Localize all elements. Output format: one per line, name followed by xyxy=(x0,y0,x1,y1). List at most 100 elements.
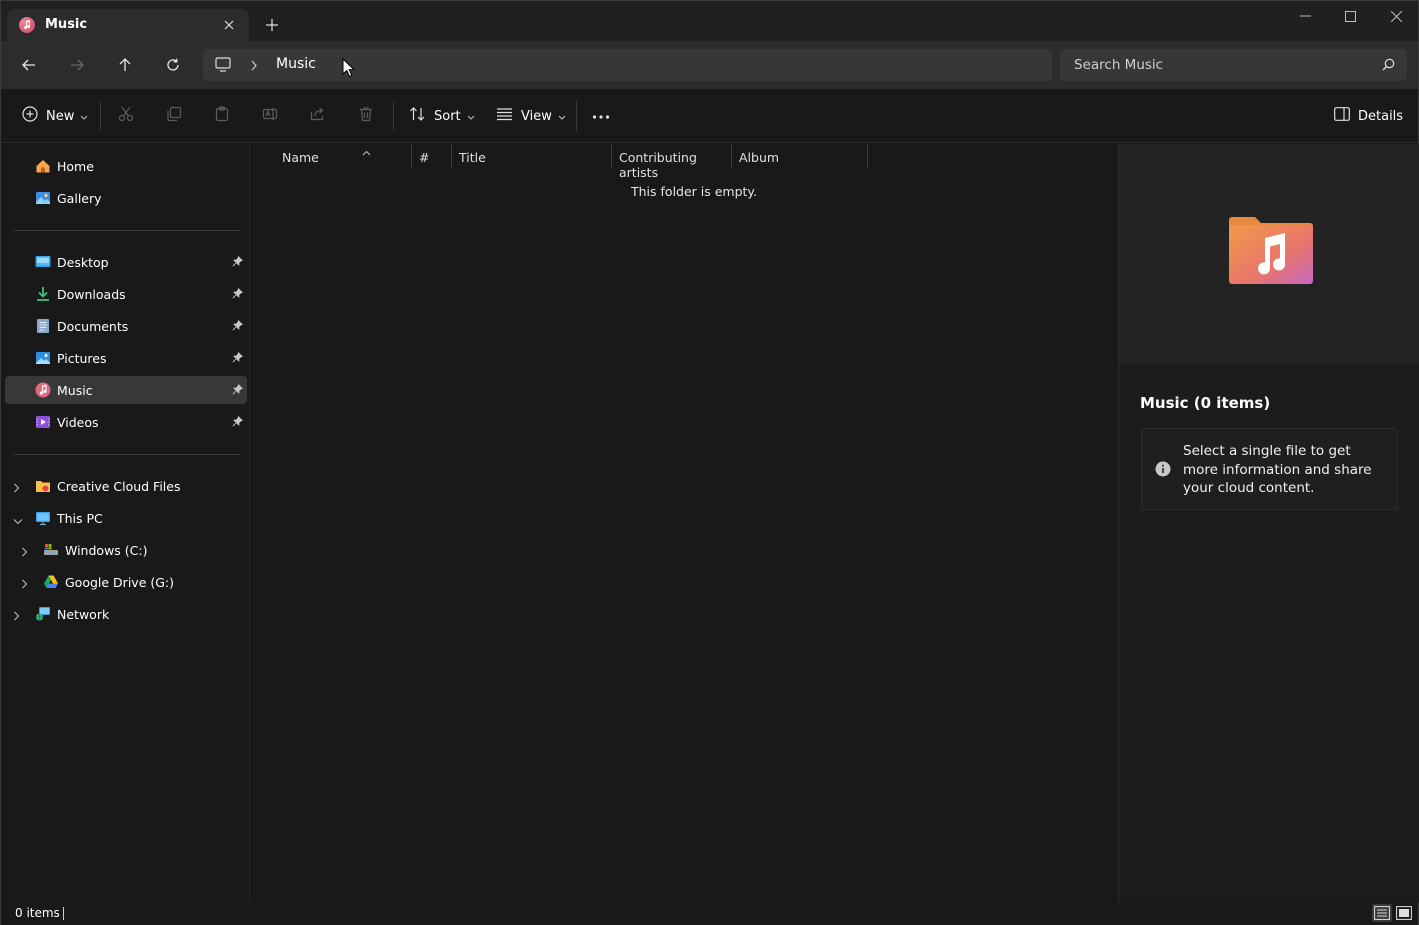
sidebar-item-label: This PC xyxy=(57,511,103,526)
status-divider xyxy=(63,907,64,920)
file-explorer-window: Music Music Search Music New Sort View D… xyxy=(0,0,1419,925)
sidebar-item-label: Windows (C:) xyxy=(65,543,148,558)
file-list: Name # Title Contributing artists Album … xyxy=(251,144,1118,902)
chevron-right-icon[interactable] xyxy=(21,545,28,560)
breadcrumb-music[interactable]: Music xyxy=(276,56,316,72)
new-button[interactable]: New xyxy=(22,103,88,129)
rename-button[interactable] xyxy=(262,103,278,129)
sidebar-item-this-pc[interactable]: This PC xyxy=(5,504,247,532)
sidebar-item-downloads[interactable]: Downloads xyxy=(5,280,247,308)
column-header-title[interactable]: Title xyxy=(452,144,612,170)
toolbar-divider xyxy=(393,101,394,131)
cut-button[interactable] xyxy=(118,103,134,129)
close-window-icon[interactable] xyxy=(1381,5,1411,27)
sidebar-item-label: Home xyxy=(57,159,94,174)
chevron-down-icon[interactable] xyxy=(13,513,23,528)
copy-button[interactable] xyxy=(166,103,182,129)
navigation-pane: Home Gallery Desktop Downloads Documents… xyxy=(1,144,250,902)
info-icon xyxy=(1155,461,1171,480)
refresh-icon[interactable] xyxy=(160,52,186,78)
sort-ascending-icon xyxy=(362,144,371,159)
sort-button[interactable]: Sort xyxy=(409,103,475,129)
videos-folder-icon xyxy=(35,414,51,430)
view-button[interactable]: View xyxy=(496,103,566,129)
details-button[interactable]: Details xyxy=(1334,103,1403,129)
sidebar-item-videos[interactable]: Videos xyxy=(5,408,247,436)
sort-label: Sort xyxy=(434,108,461,124)
pin-icon[interactable] xyxy=(232,287,244,302)
home-icon xyxy=(35,158,51,174)
forward-arrow-icon[interactable] xyxy=(64,52,90,78)
mouse-cursor-icon xyxy=(342,57,356,81)
sidebar-item-label: Desktop xyxy=(57,255,109,270)
tab-music[interactable]: Music xyxy=(7,9,249,42)
pictures-folder-icon xyxy=(35,350,51,366)
column-header-number[interactable]: # xyxy=(412,144,452,170)
chevron-right-icon[interactable] xyxy=(250,59,258,74)
sidebar-item-gallery[interactable]: Gallery xyxy=(5,184,247,212)
sidebar-item-desktop[interactable]: Desktop xyxy=(5,248,247,276)
new-tab-icon[interactable] xyxy=(261,14,283,36)
pin-icon[interactable] xyxy=(232,255,244,270)
details-info-card: Select a single file to get more informa… xyxy=(1141,428,1398,510)
back-arrow-icon[interactable] xyxy=(16,52,42,78)
minimize-icon[interactable] xyxy=(1290,5,1320,27)
search-icon xyxy=(1382,58,1395,74)
chevron-down-icon xyxy=(467,109,475,124)
sidebar-item-windows-c[interactable]: Windows (C:) xyxy=(5,536,247,564)
chevron-right-icon[interactable] xyxy=(13,481,20,496)
music-folder-icon xyxy=(1227,216,1315,289)
view-label: View xyxy=(521,108,552,124)
chevron-right-icon[interactable] xyxy=(13,609,20,624)
pin-icon[interactable] xyxy=(232,319,244,334)
sidebar-item-label: Downloads xyxy=(57,287,126,302)
large-icons-view-icon[interactable] xyxy=(1394,904,1414,922)
up-arrow-icon[interactable] xyxy=(112,52,138,78)
sidebar-item-home[interactable]: Home xyxy=(5,152,247,180)
toolbar-divider xyxy=(100,101,101,131)
pin-icon[interactable] xyxy=(232,415,244,430)
column-label: Title xyxy=(459,150,486,165)
maximize-icon[interactable] xyxy=(1335,5,1365,27)
sidebar-divider xyxy=(13,230,240,231)
sidebar-item-creative-cloud-files[interactable]: Creative Cloud Files xyxy=(5,472,247,500)
column-label: Album xyxy=(739,150,780,165)
pin-icon[interactable] xyxy=(232,351,244,366)
details-label: Details xyxy=(1358,108,1404,124)
sidebar-item-label: Documents xyxy=(57,319,129,334)
tab-title: Music xyxy=(45,17,88,32)
sidebar-item-label: Music xyxy=(57,383,93,398)
details-pane-icon xyxy=(1334,107,1350,125)
close-tab-icon[interactable] xyxy=(219,15,239,35)
copy-icon xyxy=(166,106,182,126)
details-pane: Music (0 items) Select a single file to … xyxy=(1118,144,1419,902)
details-view-icon[interactable] xyxy=(1372,904,1392,922)
column-divider[interactable] xyxy=(867,144,868,168)
drive-c-icon xyxy=(43,542,59,558)
sidebar-item-pictures[interactable]: Pictures xyxy=(5,344,247,372)
sidebar-item-network[interactable]: Network xyxy=(5,600,247,628)
search-input[interactable]: Search Music xyxy=(1060,49,1407,81)
paste-button[interactable] xyxy=(214,103,230,129)
column-header-name[interactable]: Name xyxy=(275,144,412,170)
this-pc-icon xyxy=(35,510,51,526)
chevron-down-icon xyxy=(558,109,566,124)
downloads-folder-icon xyxy=(35,286,51,302)
delete-button[interactable] xyxy=(358,103,374,129)
sidebar-item-documents[interactable]: Documents xyxy=(5,312,247,340)
gallery-icon xyxy=(35,190,51,206)
see-more-button[interactable] xyxy=(592,103,610,129)
rename-icon xyxy=(262,106,278,126)
sidebar-item-music[interactable]: Music xyxy=(5,376,247,404)
column-header-contributing-artists[interactable]: Contributing artists xyxy=(612,144,732,180)
share-button[interactable] xyxy=(310,103,326,129)
sidebar-item-label: Google Drive (G:) xyxy=(65,575,175,590)
chevron-right-icon[interactable] xyxy=(21,577,28,592)
column-header-album[interactable]: Album xyxy=(732,144,868,170)
title-bar: Music xyxy=(1,1,1418,42)
sidebar-item-google-drive-g[interactable]: Google Drive (G:) xyxy=(5,568,247,596)
address-bar-row: Music Search Music xyxy=(1,41,1418,89)
address-field[interactable]: Music xyxy=(203,49,1052,81)
sidebar-item-label: Gallery xyxy=(57,191,102,206)
pin-icon[interactable] xyxy=(232,383,244,398)
